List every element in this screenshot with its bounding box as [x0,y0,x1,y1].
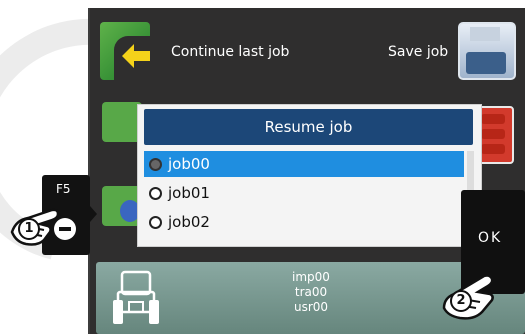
radio-icon [149,216,162,229]
job-menu-icon-partial [102,102,142,142]
implement-name: imp00 [292,270,330,284]
resume-job-dialog: Resume job job00 job01 job02 [137,104,482,247]
job-info: imp00 tra00 usr00 [216,270,406,315]
save-job-label[interactable]: Save job [388,44,448,60]
floppy-label-plate [466,52,506,74]
continue-arrow-icon [122,44,150,68]
step-badge-2: 2 [450,290,472,312]
f5-key-label: F5 [56,182,71,196]
continue-last-job-button[interactable] [100,22,150,80]
user-name: usr00 [293,300,329,314]
radio-selected-icon [149,158,162,171]
radio-icon [149,187,162,200]
ok-key-label: OK [478,230,503,246]
job-option-job01[interactable]: job01 [144,180,464,206]
f5-key-pointer [90,206,97,222]
tractor-name: tra00 [294,285,328,299]
dialog-title: Resume job [144,109,473,145]
tractor-icon [113,270,159,324]
job-option-label: job01 [168,184,210,202]
job-option-job02[interactable]: job02 [144,209,464,235]
job-option-label: job02 [168,213,210,231]
save-job-button[interactable] [458,22,516,80]
continue-last-job-label[interactable]: Continue last job [171,44,289,60]
job-option-job00[interactable]: job00 [144,151,464,177]
floppy-disk-icon [470,27,500,41]
step-badge-1: 1 [18,218,40,240]
job-option-label: job00 [168,155,210,173]
